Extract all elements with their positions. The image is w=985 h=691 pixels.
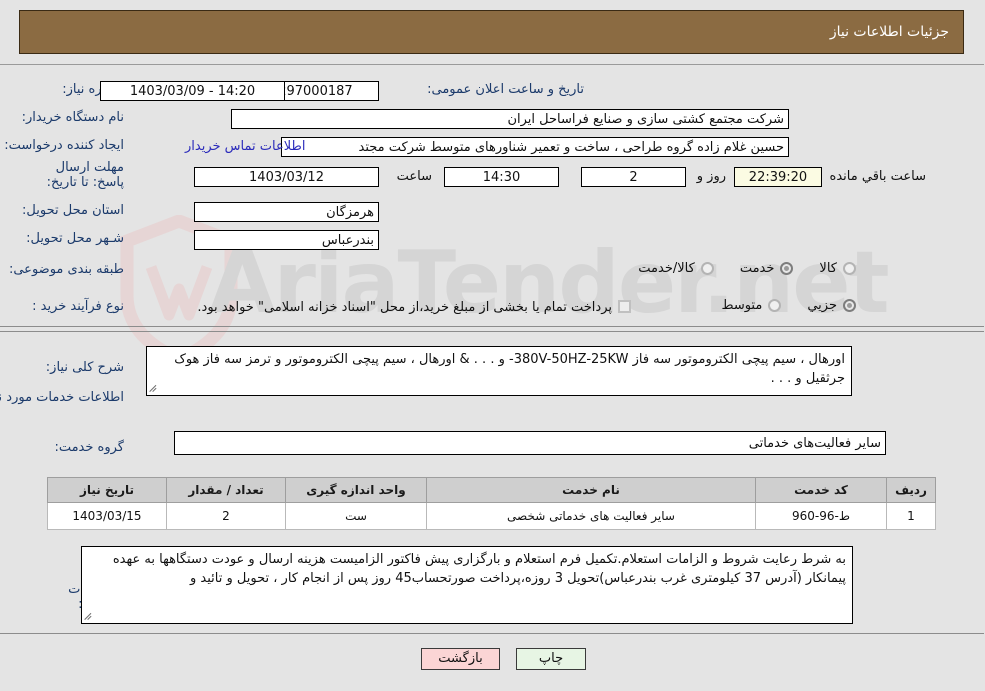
treasury-bond-checkbox[interactable] [619, 300, 632, 313]
col-quantity: تعداد / مقدار [167, 477, 287, 503]
deadline-countdown-field: 22:39:20 [735, 167, 823, 187]
resize-grip-icon[interactable] [150, 384, 160, 394]
announce-datetime-label-wrap: تاریخ و ساعت اعلان عمومی: [428, 82, 585, 97]
deadline-date-field[interactable]: 1403/03/12 [195, 167, 380, 187]
table-row[interactable]: 1 ط-96-960 سایر فعالیت های خدماتی شخصی س… [48, 502, 937, 530]
service-group-label-wrap: گروه خدمت: [55, 440, 125, 455]
general-description-textarea[interactable]: اورهال ، سیم پیچی الکتروموتور سه فاز 380… [147, 346, 853, 396]
request-creator-label: ایجاد کننده درخواست: [5, 138, 125, 153]
cell-row-no: 1 [887, 502, 937, 530]
treasury-bond-note: پرداخت تمام یا بخشی از مبلغ خرید،از محل … [198, 300, 613, 315]
general-description-label: شرح کلی نیاز: [46, 360, 125, 375]
radio-goods-label: کالا [820, 261, 838, 276]
general-description-label-wrap: شرح کلی نیاز: [47, 360, 125, 375]
subject-category-radio-group: کالا خدمت کالا/خدمت [639, 261, 857, 276]
radio-minor-purchase-label: جزیي [808, 298, 838, 313]
divider-mid-2 [0, 331, 985, 332]
divider-top [0, 64, 985, 65]
buyer-org-label-wrap: نام دستگاه خریدار: [23, 110, 125, 125]
subject-category-label-wrap: طبقه بندی موضوعی: [10, 262, 125, 277]
cell-need-date: 1403/03/15 [48, 502, 168, 530]
cell-unit: ست [286, 502, 428, 530]
radio-goods-service-label: کالا/خدمت [639, 261, 696, 276]
city-field[interactable]: بندرعباس [195, 230, 380, 250]
radio-service-label: خدمت [740, 261, 776, 276]
buyer-notes-textarea[interactable]: به شرط رعایت شروط و الزامات استعلام.تکمی… [82, 546, 854, 624]
service-group-label: گروه خدمت: [55, 440, 125, 455]
deadline-countdown-label: ساعت باقي مانده [830, 169, 927, 184]
col-service-code: کد خدمت [756, 477, 888, 503]
city-label-wrap: شـهر محل تحویل: [27, 231, 125, 246]
radio-service[interactable] [781, 262, 795, 275]
cell-service-name: سایر فعالیت های خدماتی شخصی [427, 502, 757, 530]
radio-medium-purchase-label: متوسط [722, 298, 764, 313]
subject-category-label: طبقه بندی موضوعی: [9, 262, 125, 277]
cell-quantity: 2 [167, 502, 287, 530]
service-group-field[interactable]: سایر فعالیت‌های خدماتی [175, 431, 887, 455]
cell-service-code: ط-96-960 [756, 502, 888, 530]
radio-medium-purchase[interactable] [769, 299, 783, 312]
general-description-text: اورهال ، سیم پیچی الکتروموتور سه فاز 380… [175, 352, 846, 386]
radio-goods-service[interactable] [701, 262, 715, 275]
request-creator-field[interactable]: حسین غلام زاده گروه طراحی ، ساخت و تعمیر… [282, 137, 790, 157]
deadline-label: مهلت ارسال پاسخ: تا تاریخ: [47, 160, 125, 190]
resize-grip-icon-notes[interactable] [85, 612, 95, 622]
col-need-date: تاریخ نیاز [48, 477, 168, 503]
page-header-bar: جزئیات اطلاعات نیاز [20, 10, 965, 54]
deadline-days-label: روز و [697, 169, 727, 184]
buyer-org-field[interactable]: شرکت مجتمع کشتی سازی و صنایع فراساحل ایر… [232, 109, 790, 129]
radio-minor-purchase[interactable] [844, 299, 857, 312]
deadline-days-field[interactable]: 2 [582, 167, 687, 187]
col-service-name: نام خدمت [427, 477, 757, 503]
purchase-type-label-wrap: نوع فرآیند خرید : [33, 299, 125, 314]
radio-goods[interactable] [844, 262, 857, 275]
back-button[interactable]: بازگشت [422, 648, 501, 670]
print-button[interactable]: چاپ [517, 648, 587, 670]
buyer-org-label: نام دستگاه خریدار: [22, 110, 125, 125]
table-header-row: ردیف کد خدمت نام خدمت واحد اندازه گیری ت… [48, 477, 937, 503]
deadline-time-field[interactable]: 14:30 [445, 167, 560, 187]
buyer-contact-info-link[interactable]: اطلاعات تماس خریدار [186, 139, 306, 154]
province-label: استان محل تحویل: [23, 203, 125, 218]
deadline-time-label: ساعت [397, 169, 433, 184]
page-title: جزئیات اطلاعات نیاز [830, 24, 950, 40]
services-table: ردیف کد خدمت نام خدمت واحد اندازه گیری ت… [48, 477, 937, 530]
request-creator-label-wrap: ایجاد کننده درخواست: [5, 138, 125, 153]
buyer-notes-text: به شرط رعایت شروط و الزامات استعلام.تکمی… [113, 552, 847, 586]
announce-datetime-label: تاریخ و ساعت اعلان عمومی: [428, 82, 585, 97]
services-section-title: اطلاعات خدمات مورد نیاز [0, 390, 125, 405]
announce-datetime-field[interactable]: 14:20 - 1403/03/09 [101, 81, 286, 101]
province-label-wrap: استان محل تحویل: [23, 203, 125, 218]
col-unit: واحد اندازه گیری [286, 477, 428, 503]
city-label: شـهر محل تحویل: [27, 231, 125, 246]
col-row-no: ردیف [887, 477, 937, 503]
purchase-type-label: نوع فرآیند خرید : [33, 299, 125, 314]
divider-bottom [0, 633, 985, 634]
purchase-type-radio-group: جزیي متوسط [722, 298, 857, 313]
divider-mid-1 [0, 326, 985, 327]
province-field[interactable]: هرمزگان [195, 202, 380, 222]
